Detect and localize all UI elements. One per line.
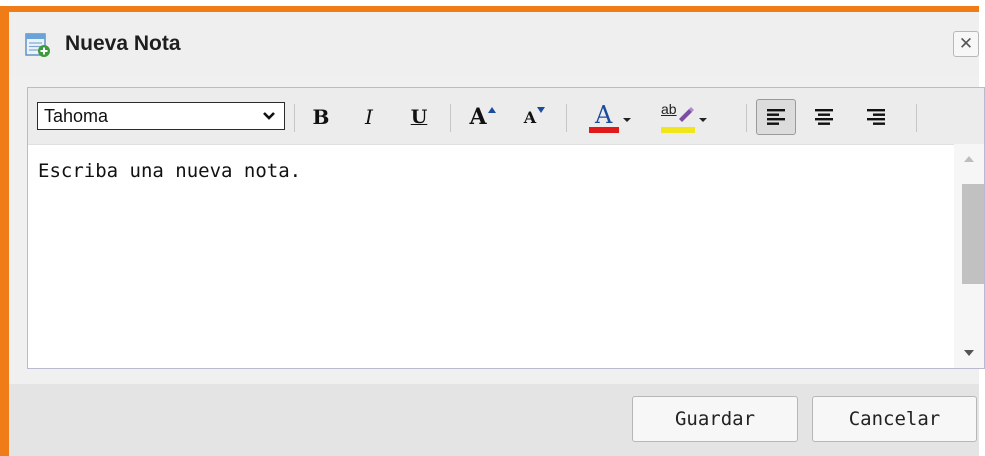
dialog-footer: Guardar Cancelar — [9, 384, 979, 456]
note-add-icon — [25, 32, 51, 58]
align-right-icon — [867, 109, 885, 125]
scroll-up-arrow-icon — [964, 156, 974, 162]
italic-icon: I — [365, 105, 373, 129]
scrollbar-thumb[interactable] — [962, 184, 984, 284]
grow-font-icon: A — [469, 104, 487, 130]
vertical-scrollbar[interactable] — [954, 144, 984, 368]
italic-button[interactable]: I — [356, 101, 382, 133]
align-right-button[interactable] — [860, 101, 892, 133]
new-note-dialog: Nueva Nota ✕ Tahoma B I U A A A ab Escri… — [0, 6, 985, 456]
rich-text-editor: Tahoma B I U A A A ab Escriba una nueva … — [27, 87, 985, 369]
font-color-swatch — [589, 127, 619, 133]
font-color-icon: A — [587, 101, 621, 133]
close-button[interactable]: ✕ — [953, 31, 979, 57]
bold-icon: B — [312, 105, 330, 129]
close-icon: ✕ — [958, 34, 974, 54]
editor-toolbar: Tahoma B I U A A A ab — [28, 88, 984, 145]
underline-icon: U — [410, 106, 428, 128]
underline-button[interactable]: U — [406, 101, 432, 133]
toolbar-separator — [916, 104, 917, 132]
note-text: Escriba una nueva nota. — [38, 160, 302, 182]
highlight-icon: ab — [659, 101, 697, 133]
align-left-icon — [767, 109, 785, 125]
scroll-down-arrow-icon — [964, 350, 974, 356]
toolbar-separator — [450, 104, 451, 132]
bold-button[interactable]: B — [308, 101, 334, 133]
highlight-color-swatch — [661, 127, 695, 133]
align-center-button[interactable] — [808, 101, 840, 133]
decrease-font-button[interactable]: A — [520, 101, 550, 133]
dialog-title: Nueva Nota — [65, 32, 181, 55]
align-center-icon — [815, 109, 833, 125]
font-color-button[interactable]: A — [581, 101, 639, 133]
align-left-button[interactable] — [756, 99, 796, 135]
shrink-font-icon: A — [523, 107, 537, 127]
cancel-button[interactable]: Cancelar — [812, 396, 977, 442]
chevron-down-icon — [262, 103, 276, 137]
save-button[interactable]: Guardar — [632, 396, 798, 442]
chevron-down-icon — [623, 118, 631, 122]
toolbar-separator — [566, 104, 567, 132]
highlight-color-button[interactable]: ab — [654, 101, 714, 133]
increase-font-button[interactable]: A — [466, 101, 500, 133]
chevron-down-icon — [699, 118, 707, 122]
font-family-value: Tahoma — [44, 106, 109, 126]
note-text-area[interactable]: Escriba una nueva nota. — [28, 144, 954, 368]
toolbar-separator — [746, 104, 747, 132]
font-family-select[interactable]: Tahoma — [37, 102, 285, 130]
toolbar-separator — [294, 104, 295, 132]
dialog-titlebar: Nueva Nota ✕ — [9, 12, 979, 76]
